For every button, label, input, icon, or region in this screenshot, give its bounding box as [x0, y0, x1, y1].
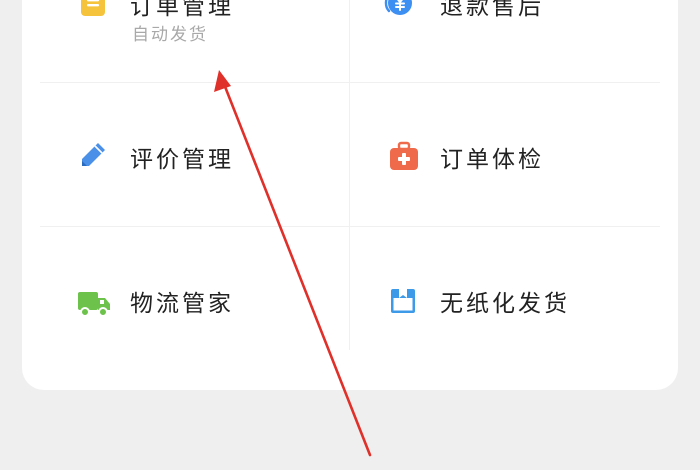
medical-kit-icon [390, 141, 418, 170]
menu-item-label: 评价管理 [130, 147, 234, 173]
menu-item-paperless-shipping[interactable]: 无纸化发货 [350, 226, 660, 370]
menu-item-label: 物流管家 [130, 291, 234, 317]
delivery-truck-icon [78, 292, 110, 317]
menu-item-order-management[interactable]: 订单管理 自动发货 [40, 0, 350, 82]
document-icon [81, 0, 105, 16]
menu-item-label: 退款售后 [440, 0, 544, 20]
tools-grid: 订单管理 自动发货 退款售后 评价管理 订单体检 物流管家 无纸化发货 [40, 0, 660, 370]
pencil-icon [82, 143, 105, 166]
menu-item-label: 订单体检 [440, 147, 544, 173]
tools-card: 订单管理 自动发货 退款售后 评价管理 订单体检 物流管家 无纸化发货 [22, 0, 678, 390]
menu-item-review-management[interactable]: 评价管理 [40, 82, 350, 226]
menu-item-label: 无纸化发货 [440, 291, 570, 317]
yen-refund-icon [384, 0, 412, 15]
page: 订单管理 自动发货 退款售后 评价管理 订单体检 物流管家 无纸化发货 [0, 0, 700, 470]
menu-item-order-checkup[interactable]: 订单体检 [350, 82, 660, 226]
menu-item-sublabel: 自动发货 [132, 25, 208, 45]
menu-item-label: 订单管理 [130, 0, 234, 20]
box-icon [391, 289, 415, 313]
menu-item-refund-after-sales[interactable]: 退款售后 [350, 0, 660, 82]
menu-item-logistics-manager[interactable]: 物流管家 [40, 226, 350, 370]
